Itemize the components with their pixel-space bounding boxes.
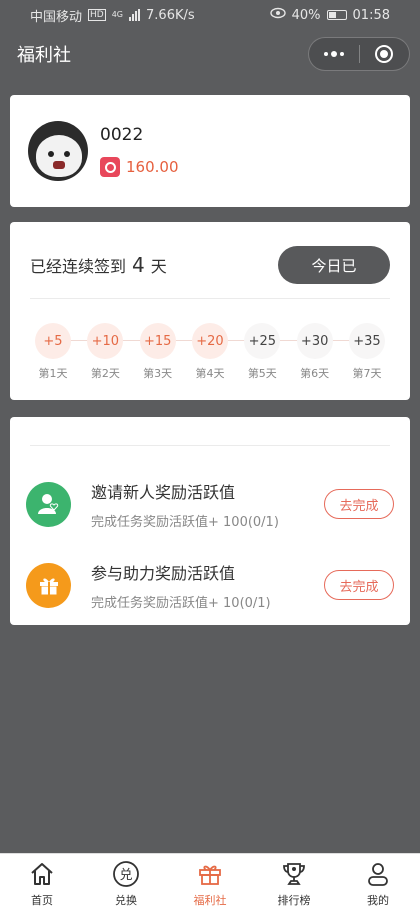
avatar-face: [36, 135, 82, 177]
task-title: 参与助力奖励活跃值: [91, 563, 236, 583]
signin-day-value: +15: [139, 323, 176, 359]
hd-badge: HD: [88, 9, 106, 21]
streak-days: 4: [132, 253, 145, 277]
signin-today-button[interactable]: 今日已: [278, 246, 390, 284]
network-type: 4G: [111, 10, 124, 19]
signin-day-4: +20 第4天: [191, 323, 228, 381]
tab-ranking[interactable]: 排行榜: [252, 854, 336, 910]
clock: 01:58: [352, 7, 390, 23]
user-name: 0022: [100, 125, 144, 145]
miniprogram-capsule: [308, 37, 410, 71]
more-button[interactable]: [309, 38, 359, 70]
page-title: 福利社: [17, 45, 71, 66]
streak-prefix: 已经连续签到: [30, 257, 127, 276]
signin-day-label: 第4天: [195, 367, 225, 380]
status-bar: 中国移动 HD 4G 7.66K/s 40% 01:58: [0, 0, 420, 30]
points-row: 160.00: [100, 157, 179, 177]
gift-icon: [195, 859, 225, 889]
task-title: 邀请新人奖励活跃值: [91, 482, 236, 502]
signin-day-7: +35 第7天: [348, 323, 385, 381]
eye-icon: [269, 7, 286, 23]
signin-day-value: +30: [296, 323, 333, 359]
tab-label: 我的: [367, 894, 389, 907]
close-miniprogram-button[interactable]: [360, 38, 410, 70]
tasks-card: 邀请新人奖励活跃值 完成任务奖励活跃值+ 100(0/1) 去完成 参与助力奖励…: [10, 417, 410, 625]
tab-home[interactable]: 首页: [0, 854, 84, 910]
signin-day-2: +10 第2天: [87, 323, 124, 381]
signin-day-value: +25: [244, 323, 281, 359]
more-dots-icon: [323, 51, 344, 57]
tab-label: 兑换: [115, 894, 137, 907]
exchange-glyph: 兑: [119, 868, 132, 883]
target-icon: [375, 45, 394, 63]
signin-card: 已经连续签到 4 天 今日已 +5 第1天 +10 第2天 +15 第3天 +20 第4天 +2…: [10, 222, 410, 400]
battery-percent: 40%: [291, 7, 321, 23]
task-complete-button[interactable]: 去完成: [324, 570, 394, 600]
signin-day-3: +15 第3天: [139, 323, 176, 381]
avatar-eye-right: [64, 151, 70, 157]
signin-day-label: 第1天: [38, 367, 68, 380]
tab-bar: 首页 兑 兑换 福利社 排行榜 我的: [0, 853, 420, 910]
signin-day-label: 第6天: [300, 367, 330, 380]
task-complete-button[interactable]: 去完成: [324, 489, 394, 519]
signal-icon: [129, 9, 141, 21]
signin-day-label: 第7天: [352, 367, 382, 380]
task-desc: 完成任务奖励活跃值+ 10(0/1): [91, 595, 271, 611]
signin-streak-text: 已经连续签到 4 天: [30, 253, 167, 277]
signin-day-label: 第2天: [90, 367, 120, 380]
home-icon: [27, 859, 57, 889]
tab-label: 排行榜: [277, 894, 311, 907]
signin-day-6: +30 第6天: [296, 323, 333, 381]
battery-icon: [326, 10, 347, 20]
divider: [30, 445, 390, 446]
signin-day-label: 第5天: [247, 367, 277, 380]
profile-card: 0022 160.00: [10, 95, 410, 207]
avatar-eye-left: [48, 151, 54, 157]
tab-mine[interactable]: 我的: [336, 854, 420, 910]
signin-day-value: +10: [87, 323, 124, 359]
streak-suffix: 天: [150, 257, 167, 276]
signin-day-value: +35: [348, 323, 385, 359]
task-desc: 完成任务奖励活跃值+ 100(0/1): [91, 514, 279, 530]
user-icon: [26, 481, 71, 527]
gift-icon: [26, 562, 71, 608]
signin-days-row: +5 第1天 +10 第2天 +15 第3天 +20 第4天 +25 第5天 +30 第6天 +35 第7…: [10, 323, 410, 381]
network-speed: 7.66K/s: [146, 7, 195, 23]
signin-header: 已经连续签到 4 天 今日已: [10, 222, 410, 290]
signin-day-label: 第3天: [143, 367, 173, 380]
signin-day-1: +5 第1天: [35, 323, 71, 381]
trophy-icon: [279, 859, 309, 889]
divider: [30, 298, 390, 299]
avatar-mouth: [53, 161, 65, 169]
signin-day-5: +25 第5天: [244, 323, 281, 381]
task-info: 参与助力奖励活跃值 完成任务奖励活跃值+ 10(0/1): [91, 560, 324, 611]
tab-label: 首页: [31, 894, 53, 907]
tab-label: 福利社: [193, 894, 227, 907]
coin-icon: [100, 157, 120, 177]
task-item-invite: 邀请新人奖励活跃值 完成任务奖励活跃值+ 100(0/1) 去完成: [26, 479, 394, 530]
signin-day-value: +20: [191, 323, 228, 359]
avatar[interactable]: [28, 121, 88, 181]
signin-day-value: +5: [35, 323, 71, 359]
tab-exchange[interactable]: 兑 兑换: [84, 854, 168, 910]
exchange-icon: 兑: [111, 859, 141, 889]
navigation-bar: 福利社: [0, 30, 420, 78]
carrier-text: 中国移动: [30, 9, 83, 25]
person-icon: [363, 859, 393, 889]
tab-welfare[interactable]: 福利社: [168, 854, 252, 910]
profile-info: 0022 160.00: [100, 125, 179, 177]
points-value: 160.00: [126, 158, 179, 176]
task-info: 邀请新人奖励活跃值 完成任务奖励活跃值+ 100(0/1): [91, 479, 324, 530]
task-item-assist: 参与助力奖励活跃值 完成任务奖励活跃值+ 10(0/1) 去完成: [26, 560, 394, 611]
